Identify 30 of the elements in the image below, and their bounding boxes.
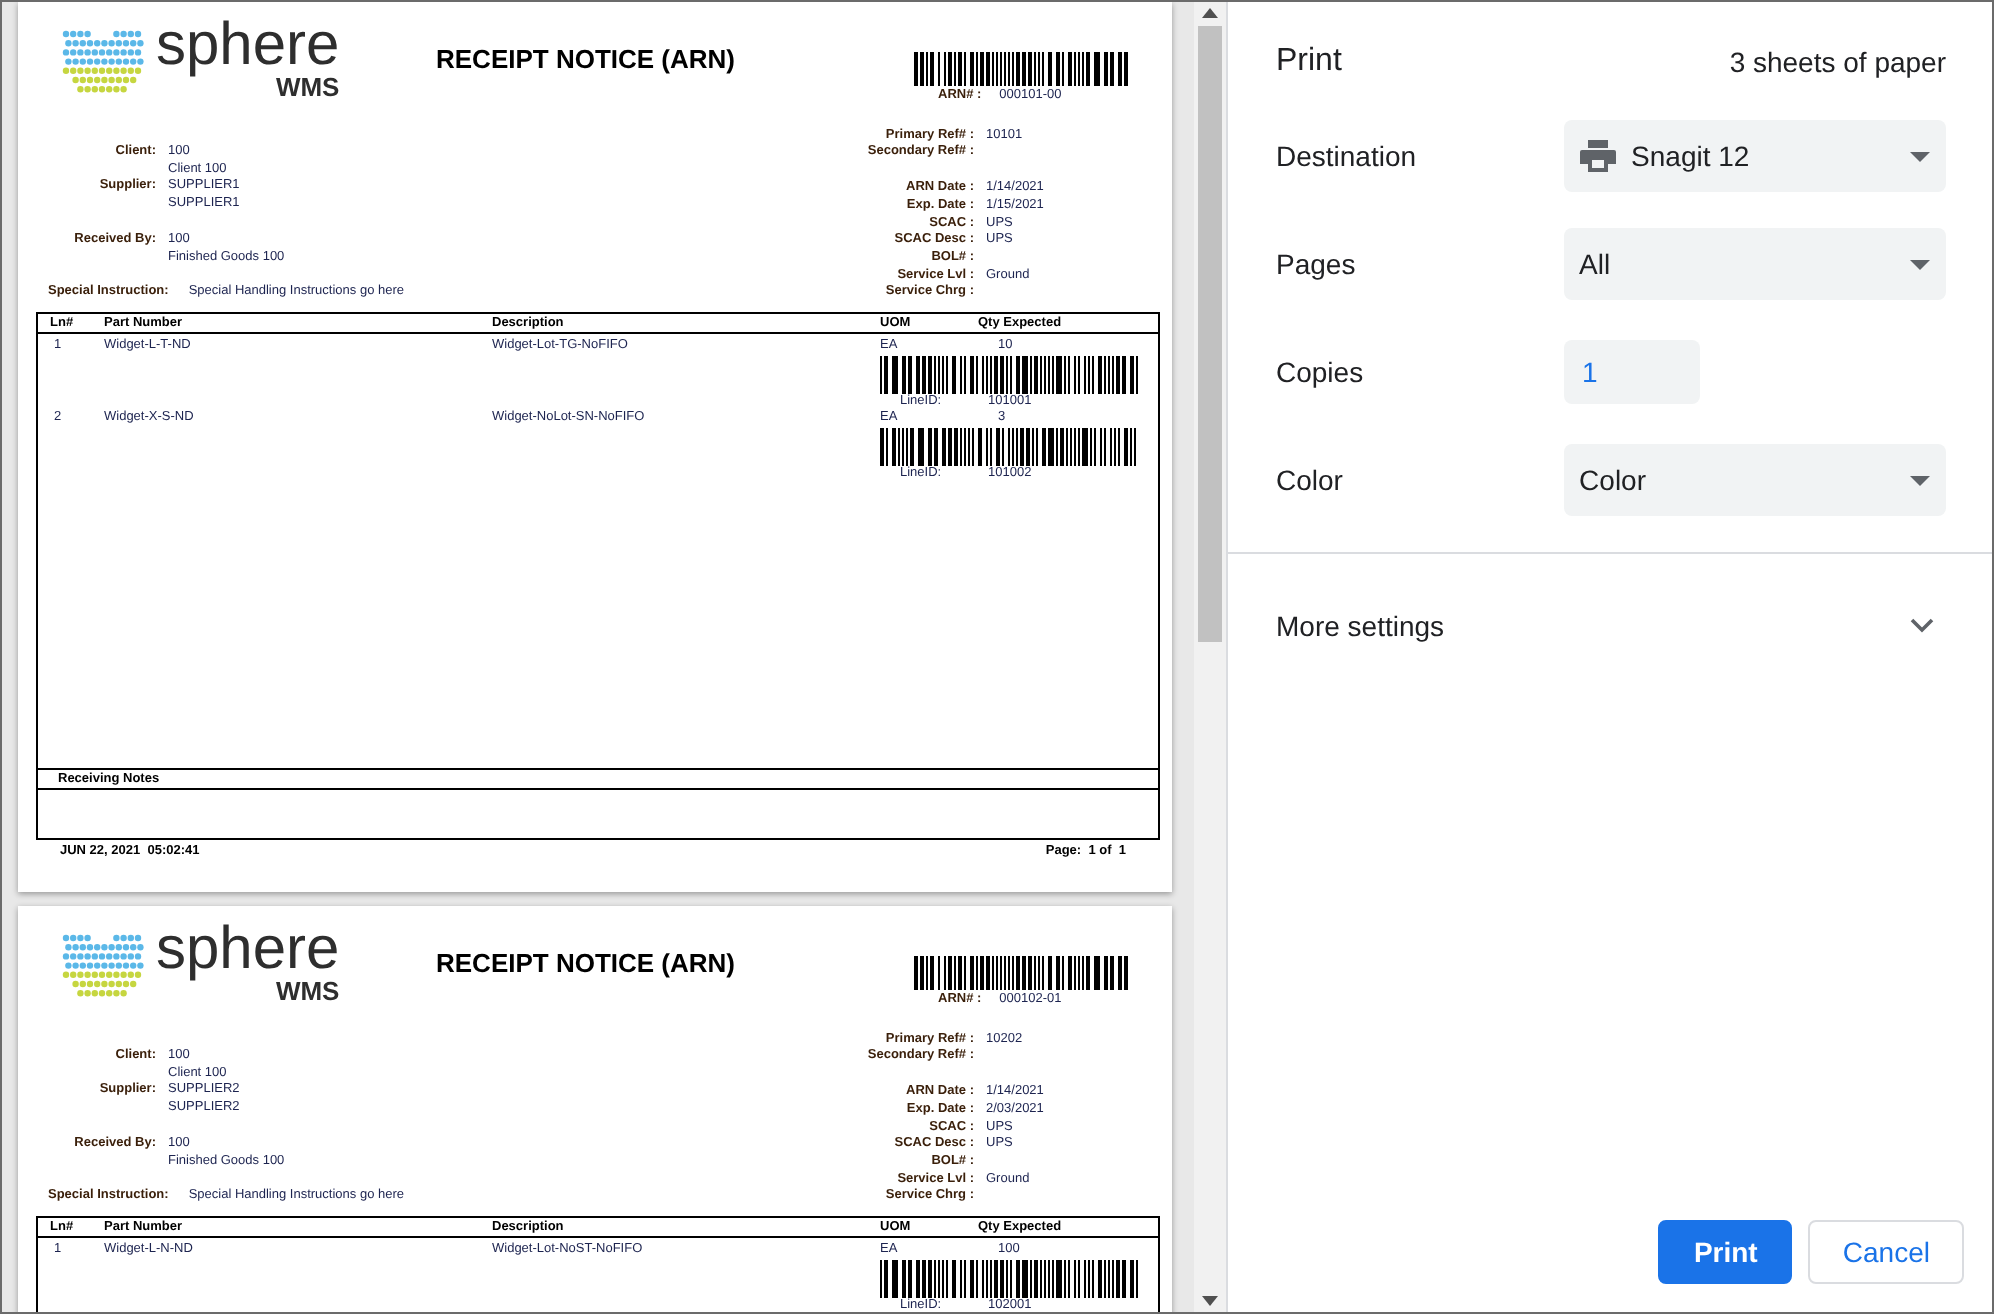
setting-label: Copies (1276, 356, 1366, 388)
print-button[interactable]: Print (1658, 1220, 1793, 1284)
logo-word: sphere (156, 922, 340, 978)
dotted-globe-icon (60, 930, 148, 1002)
dotted-globe-icon (60, 26, 148, 98)
cancel-button[interactable]: Cancel (1808, 1220, 1964, 1284)
dropdown-caret-icon (1910, 151, 1930, 161)
dropdown-caret-icon (1910, 259, 1930, 269)
destination-select[interactable]: Snagit 12 (1563, 120, 1946, 192)
more-settings-toggle[interactable]: More settings (1228, 554, 1992, 698)
chevron-down-icon (1910, 618, 1934, 634)
logo-word: sphere (156, 18, 340, 74)
printer-icon (1579, 140, 1616, 172)
logo-subtitle: WMS (275, 74, 340, 102)
scrollbar-thumb[interactable] (1198, 26, 1222, 642)
logo-subtitle: WMS (275, 978, 340, 1006)
setting-label: Destination (1276, 140, 1419, 172)
scrollbar[interactable] (1194, 2, 1226, 1312)
setting-select[interactable]: Color (1563, 444, 1946, 516)
report-title: RECEIPT NOTICE (ARN) (436, 948, 737, 982)
setting-label: Pages (1276, 248, 1358, 280)
sheet-count: 3 sheets of paper (1729, 46, 1946, 78)
setting-label: Color (1276, 464, 1345, 496)
setting-select[interactable]: All (1563, 228, 1946, 300)
scroll-up-arrow-icon[interactable] (1202, 8, 1218, 18)
report-title: RECEIPT NOTICE (ARN) (436, 44, 737, 78)
scroll-down-arrow-icon[interactable] (1202, 1296, 1218, 1306)
dropdown-caret-icon (1910, 475, 1930, 485)
panel-title: Print (1276, 44, 1342, 80)
copies-input[interactable]: 1 (1564, 340, 1700, 404)
